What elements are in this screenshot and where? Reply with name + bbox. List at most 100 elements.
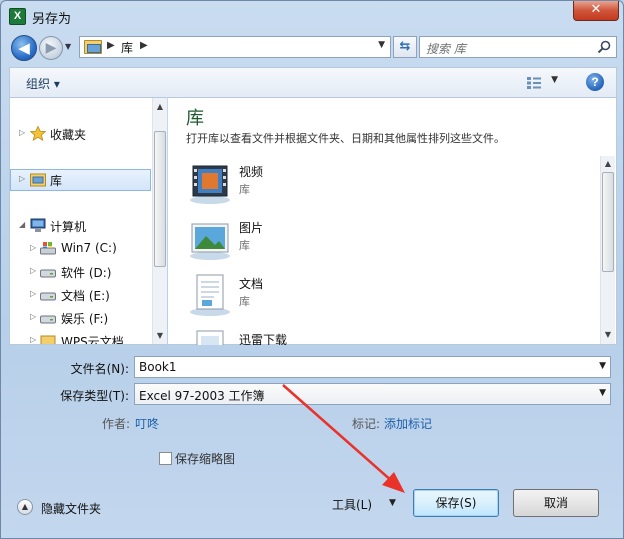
library-item-type: 库 [239,239,250,252]
close-button[interactable]: ✕ [573,1,619,21]
navigation-bar: ◀ ▶ ▼ ▶ 库 ▶ ▼ ⇆ 搜索 库 [9,33,617,61]
tags-input[interactable]: 添加标记 [384,415,432,432]
expand-arrow-icon[interactable]: ▷ [19,174,25,183]
sidebar-item-drive-e[interactable]: ▷ 文档 (E:) [10,284,151,306]
back-button[interactable]: ◀ [11,35,37,61]
annotation-arrow-head [382,472,405,493]
scroll-up-icon[interactable]: ▲ [153,100,167,114]
scroll-down-icon[interactable]: ▼ [153,329,167,343]
sidebar-label-drive: Win7 (C:) [61,241,117,255]
save-thumbnail-checkbox[interactable] [159,452,172,465]
search-icon[interactable] [597,40,611,54]
navigation-pane: ▷ 收藏夹 ▷ 库 ◢ 计算机 ▷ Win7 (C:) ▷ 软件 (D:) ▷ … [9,97,167,345]
library-item-thunder-downloads[interactable]: 迅雷下载 [186,328,386,345]
pictures-library-icon [190,223,230,260]
search-placeholder: 搜索 库 [426,42,466,56]
cancel-button[interactable]: 取消 [513,489,599,517]
library-description: 打开库以查看文件并根据文件夹、日期和其他属性排列这些文件。 [186,132,505,145]
filetype-value: Excel 97-2003 工作簿 [139,389,265,403]
filename-input[interactable]: Book1 ▼ [134,356,611,378]
window-title: 另存为 [32,12,72,27]
library-folder-icon [84,40,102,54]
view-options-icon[interactable] [526,76,542,90]
sidebar-label-drive: 文档 (E:) [61,289,110,303]
content-scrollbar[interactable]: ▲ ▼ [600,156,615,344]
expand-arrow-icon[interactable]: ▷ [30,335,36,344]
filename-dropdown-icon[interactable]: ▼ [599,361,606,371]
sidebar-item-drive-f[interactable]: ▷ 娱乐 (F:) [10,307,151,329]
address-dropdown-icon[interactable]: ▼ [378,40,385,50]
library-item-name: 图片 [239,221,264,235]
sidebar-item-favorites[interactable]: ▷ 收藏夹 [10,123,151,145]
organize-button[interactable]: 组织 ▾ [26,75,60,92]
excel-app-icon: X [9,8,26,25]
sidebar-label-drive: 软件 (D:) [61,266,112,280]
author-label: 作者: [102,417,131,431]
expand-arrow-icon[interactable]: ▷ [19,128,25,137]
library-item-documents[interactable]: 文档 库 [186,272,386,328]
sidebar-item-drive-d[interactable]: ▷ 软件 (D:) [10,261,151,283]
scrollbar-thumb[interactable] [154,131,166,267]
scroll-up-icon[interactable]: ▲ [601,157,615,171]
library-item-name: 视频 [239,165,264,179]
history-dropdown-icon[interactable]: ▼ [65,42,71,51]
documents-library-icon [190,274,230,316]
collapse-arrow-icon[interactable]: ◢ [19,220,25,229]
sidebar-item-computer[interactable]: ◢ 计算机 [10,215,151,237]
hard-drive-icon [40,315,56,324]
breadcrumb-library[interactable]: 库 [121,39,133,56]
save-thumbnail-label[interactable]: 保存缩略图 [175,450,235,467]
filetype-label: 保存类型(T): [60,389,129,403]
forward-button[interactable]: ▶ [39,36,63,60]
tags-label: 标记: [352,417,381,431]
system-drive-icon [40,242,56,255]
hide-folders-chevron-icon[interactable]: ▲ [17,499,33,515]
hard-drive-icon [40,269,56,278]
sidebar-label-drive: WPS云文档 [61,335,124,344]
filetype-dropdown-icon[interactable]: ▼ [599,388,606,398]
folder-icon [40,335,56,344]
breadcrumb-separator-icon[interactable]: ▶ [140,40,148,51]
scroll-down-icon[interactable]: ▼ [601,328,615,342]
filetype-select[interactable]: Excel 97-2003 工作簿 ▼ [134,383,611,405]
view-dropdown-icon[interactable]: ▼ [551,75,558,85]
navigation-scrollbar[interactable]: ▲ ▼ [152,98,167,344]
library-item-pictures[interactable]: 图片 库 [186,216,386,272]
command-toolbar: 组织 ▾ ▼ ? [9,67,617,97]
save-button[interactable]: 保存(S) [413,489,499,517]
sidebar-item-wps-cloud[interactable]: ▷ WPS云文档 [10,330,151,344]
sidebar-label-libraries: 库 [50,174,63,188]
tools-dropdown-icon[interactable]: ▼ [389,498,396,508]
expand-arrow-icon[interactable]: ▷ [30,243,36,252]
library-list: 视频 库 图片 库 文档 库 迅雷下载 [168,152,615,345]
sidebar-item-drive-c[interactable]: ▷ Win7 (C:) [10,238,151,260]
favorites-star-icon [30,126,46,141]
sidebar-label-favorites: 收藏夹 [50,128,87,142]
library-item-type: 库 [239,183,250,196]
sidebar-label-drive: 娱乐 (F:) [61,312,109,326]
address-bar[interactable]: ▶ 库 ▶ ▼ [79,36,391,58]
expand-arrow-icon[interactable]: ▷ [30,289,36,298]
downloads-library-icon [196,330,224,345]
title-bar: X 另存为 ✕ [1,1,623,33]
hide-folders-button[interactable]: 隐藏文件夹 [41,500,101,517]
search-input[interactable]: 搜索 库 [419,36,617,58]
sidebar-item-libraries[interactable]: ▷ 库 [10,169,151,191]
expand-arrow-icon[interactable]: ▷ [30,266,36,275]
library-content-pane: 库 打开库以查看文件并根据文件夹、日期和其他属性排列这些文件。 视频 库 图片 … [168,97,617,345]
tools-button[interactable]: 工具(L) [332,496,372,513]
sidebar-label-computer: 计算机 [50,220,87,234]
filename-label: 文件名(N): [70,362,129,376]
library-item-videos[interactable]: 视频 库 [186,160,386,216]
help-icon[interactable]: ? [586,73,604,91]
breadcrumb-separator-icon[interactable]: ▶ [107,40,115,51]
computer-icon [30,218,46,232]
author-value[interactable]: 叮咚 [135,415,159,432]
library-heading: 库 [186,108,204,129]
scrollbar-thumb[interactable] [602,172,614,272]
videos-library-icon [190,165,230,204]
expand-arrow-icon[interactable]: ▷ [30,312,36,321]
library-item-name: 迅雷下载 [239,333,288,345]
hard-drive-icon [40,292,56,301]
refresh-button[interactable]: ⇆ [393,36,417,58]
